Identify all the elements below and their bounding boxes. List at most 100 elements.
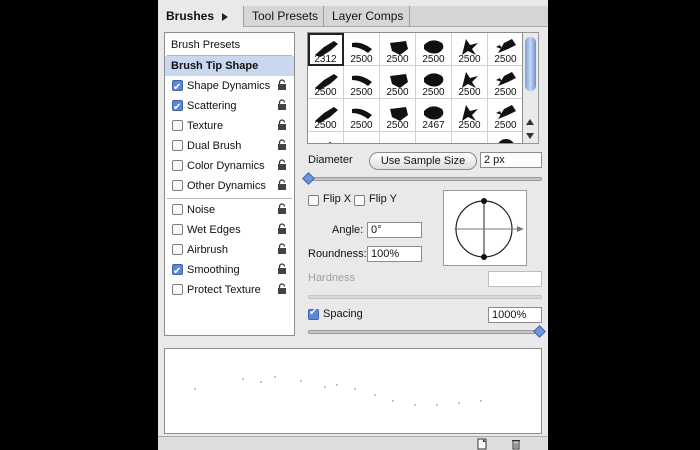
- option-label: Color Dynamics: [187, 160, 265, 172]
- brush-preset-cell[interactable]: 2500: [416, 33, 452, 66]
- tab-tool-presets-label: Tool Presets: [252, 9, 319, 23]
- brush-preset-cell[interactable]: 2467: [416, 99, 452, 132]
- option-label: Wet Edges: [187, 224, 241, 236]
- option-checkbox[interactable]: [172, 180, 183, 191]
- option-smoothing[interactable]: Smoothing: [165, 260, 294, 282]
- lock-icon[interactable]: [276, 283, 288, 295]
- option-checkbox[interactable]: [172, 140, 183, 151]
- trash-icon[interactable]: [510, 438, 522, 450]
- brush-preset-cell[interactable]: 2500: [452, 33, 488, 66]
- option-other-dynamics[interactable]: Other Dynamics: [165, 176, 294, 196]
- tab-brushes[interactable]: Brushes: [158, 6, 244, 27]
- flip-y-checkbox[interactable]: [354, 195, 365, 206]
- option-checkbox[interactable]: [172, 98, 183, 118]
- option-noise[interactable]: Noise: [165, 200, 294, 220]
- brush-preset-cell[interactable]: [380, 132, 416, 143]
- spacing-slider[interactable]: [308, 330, 542, 334]
- option-dual-brush[interactable]: Dual Brush: [165, 136, 294, 156]
- panel-menu-arrow-icon[interactable]: [222, 12, 229, 21]
- diameter-field[interactable]: 2 px: [480, 152, 542, 168]
- brush-preset-cell[interactable]: [308, 132, 344, 143]
- brush-tip-icon: [498, 139, 514, 143]
- option-checkbox[interactable]: [172, 78, 183, 98]
- option-scattering[interactable]: Scattering: [165, 96, 294, 118]
- brush-preset-cell[interactable]: 2500: [308, 99, 344, 132]
- flip-y-label: Flip Y: [369, 193, 397, 205]
- scrollbar-thumb[interactable]: [525, 37, 536, 91]
- brush-preset-cell[interactable]: 2500: [416, 66, 452, 99]
- lock-icon[interactable]: [276, 159, 288, 171]
- option-shape-dynamics[interactable]: Shape Dynamics: [165, 76, 294, 98]
- lock-icon[interactable]: [276, 79, 288, 91]
- brush-preset-cell[interactable]: 2500: [380, 99, 416, 132]
- option-color-dynamics[interactable]: Color Dynamics: [165, 156, 294, 176]
- brush-size-label: 2500: [350, 120, 373, 131]
- brush-preset-cell[interactable]: 2500: [452, 99, 488, 132]
- option-protect-texture[interactable]: Protect Texture: [165, 280, 294, 300]
- tab-tool-presets[interactable]: Tool Presets: [244, 6, 324, 26]
- brush-size-label: 2500: [494, 120, 517, 131]
- spacing-checkbox[interactable]: [308, 307, 319, 320]
- scroll-up-icon[interactable]: [526, 119, 534, 125]
- new-preset-icon[interactable]: [476, 438, 488, 450]
- brush-tip-icon: [328, 142, 332, 143]
- brush-preset-cell[interactable]: 2312: [308, 33, 344, 66]
- option-texture[interactable]: Texture: [165, 116, 294, 136]
- brush-preset-cell[interactable]: 2500: [488, 33, 522, 66]
- brush-preset-cell[interactable]: [488, 132, 522, 143]
- panel-bottom-bar: [158, 436, 548, 450]
- option-label: Brush Presets: [171, 39, 241, 51]
- diameter-slider-knob[interactable]: [302, 172, 315, 185]
- option-brush-tip-shape[interactable]: Brush Tip Shape: [165, 56, 294, 76]
- brush-preset-cell[interactable]: 2500: [452, 66, 488, 99]
- stroke-preview: [164, 348, 542, 434]
- option-checkbox[interactable]: [172, 120, 183, 131]
- spacing-field[interactable]: 1000%: [488, 307, 542, 323]
- angle-field[interactable]: 0°: [367, 222, 422, 238]
- option-wet-edges[interactable]: Wet Edges: [165, 220, 294, 240]
- spacing-slider-knob[interactable]: [533, 325, 546, 338]
- option-checkbox[interactable]: [172, 160, 183, 171]
- lock-icon[interactable]: [276, 179, 288, 191]
- use-sample-size-button[interactable]: Use Sample Size: [369, 152, 477, 170]
- option-label: Shape Dynamics: [187, 80, 271, 92]
- option-checkbox[interactable]: [172, 224, 183, 235]
- option-checkbox[interactable]: [172, 244, 183, 255]
- grid-scrollbar[interactable]: [523, 32, 539, 144]
- lock-icon[interactable]: [276, 203, 288, 215]
- scroll-down-icon[interactable]: [526, 133, 534, 139]
- option-airbrush[interactable]: Airbrush: [165, 240, 294, 260]
- option-label: Noise: [187, 204, 216, 216]
- roundness-field[interactable]: 100%: [367, 246, 422, 262]
- flip-x-checkbox[interactable]: [308, 195, 319, 206]
- brush-preset-cell[interactable]: 2500: [344, 66, 380, 99]
- angle-roundness-widget[interactable]: [443, 190, 527, 266]
- lock-icon[interactable]: [276, 139, 288, 151]
- divider: [167, 198, 292, 199]
- brush-preset-cell[interactable]: 2500: [488, 66, 522, 99]
- brush-size-label: 2500: [422, 87, 445, 98]
- option-brush-presets[interactable]: Brush Presets: [165, 35, 294, 55]
- lock-icon[interactable]: [276, 263, 288, 275]
- brush-preset-cell[interactable]: 2500: [488, 99, 522, 132]
- brush-preset-cell[interactable]: 2500: [344, 33, 380, 66]
- lock-icon[interactable]: [276, 223, 288, 235]
- lock-icon[interactable]: [276, 99, 288, 111]
- brush-preset-cell[interactable]: [452, 132, 488, 143]
- lock-icon[interactable]: [276, 243, 288, 255]
- brush-size-label: 2500: [386, 54, 409, 65]
- brush-preset-cell[interactable]: 2500: [308, 66, 344, 99]
- brush-preset-cell[interactable]: 2500: [380, 33, 416, 66]
- option-checkbox[interactable]: [172, 284, 183, 295]
- brush-size-label: 2500: [494, 54, 517, 65]
- lock-icon[interactable]: [276, 119, 288, 131]
- brush-angle-icon: [454, 198, 524, 260]
- diameter-slider[interactable]: [308, 177, 542, 181]
- brush-preset-cell[interactable]: 2500: [380, 66, 416, 99]
- brush-preset-cell[interactable]: [344, 132, 380, 143]
- brush-preset-cell[interactable]: 2500: [344, 99, 380, 132]
- option-checkbox[interactable]: [172, 262, 183, 282]
- brush-preset-cell[interactable]: [416, 132, 452, 143]
- tab-layer-comps[interactable]: Layer Comps: [324, 6, 410, 26]
- option-checkbox[interactable]: [172, 204, 183, 215]
